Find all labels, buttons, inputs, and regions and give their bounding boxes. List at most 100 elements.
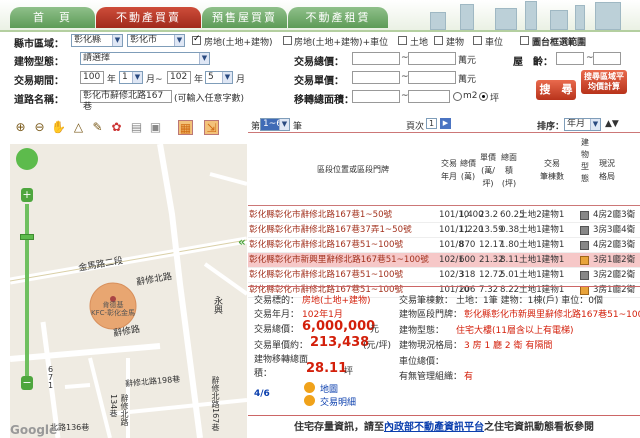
- road-input[interactable]: 彰化市辭修北路167巷: [80, 90, 172, 112]
- road-label-134: 辭修北路134巷: [109, 394, 129, 426]
- unit-m2-radio[interactable]: [453, 92, 462, 101]
- county-label: 縣市區域：: [14, 39, 64, 50]
- layer-icon[interactable]: ▤: [129, 120, 144, 135]
- type-building-checkbox[interactable]: [434, 36, 443, 45]
- map-range-checkbox[interactable]: [520, 36, 529, 45]
- average-price-button[interactable]: 搜尋區域平均價計算: [581, 70, 627, 94]
- sort-direction-arrows[interactable]: ▲▼: [605, 119, 619, 129]
- table-row[interactable]: 彰化縣彰化市新興里辭修北路167巷51~100號 102/1 600 21.32 8.1…: [248, 253, 640, 268]
- zoom-in-icon[interactable]: ⊕: [13, 120, 28, 135]
- age-min-input[interactable]: [556, 52, 584, 65]
- unit-ping-label: 坪: [490, 94, 500, 104]
- unit-price-max-input[interactable]: [408, 71, 456, 84]
- tx-count-label: 交易筆棟數：: [399, 296, 454, 306]
- unit-price-min-input[interactable]: [352, 71, 400, 84]
- col-unit-price: 單價 (萬/ 坪): [480, 153, 496, 188]
- page-range-select[interactable]: 1~6 ▼: [260, 118, 290, 131]
- collapse-panel-button[interactable]: «: [238, 235, 248, 257]
- type-house-land-parking-checkbox[interactable]: [283, 36, 292, 45]
- pan-hand-icon[interactable]: ✋: [51, 120, 66, 135]
- road-label: 道路名稱：: [14, 95, 64, 106]
- city-select[interactable]: 彰化市 ▼: [127, 34, 185, 47]
- row-address: 彰化縣彰化市辭修北路167巷1~50號: [249, 210, 393, 220]
- zoom-out-icon[interactable]: ⊖: [32, 120, 47, 135]
- footer-note: 住宅存量資訊，請至內政部不動產資訊平台之住宅資訊動態看板參閱: [248, 418, 640, 434]
- building-addr-label: 建物區段門牌：: [399, 310, 463, 320]
- page-info-label: 頁次: [406, 122, 425, 132]
- table-row[interactable]: 彰化縣彰化市辭修北路167巷51~100號 101/8 870 12.17 1.80 土地…: [248, 238, 640, 253]
- age-max-input[interactable]: [593, 52, 621, 65]
- zoom-plus-button[interactable]: +: [21, 188, 33, 202]
- management-value: 有: [464, 372, 474, 382]
- area-min-input[interactable]: [352, 90, 400, 103]
- table-row[interactable]: 彰化縣彰化市辭修北路167巷51~100號 102/3 318 12.72 5.01 土地…: [248, 268, 640, 283]
- export-icon[interactable]: ⇲: [204, 120, 219, 135]
- tx-target-label: 交易標的：: [254, 296, 300, 306]
- row-unit-price: 23.2: [479, 210, 499, 220]
- to-year-input[interactable]: 102: [167, 71, 191, 84]
- total-price-max-input[interactable]: [408, 52, 456, 65]
- draw-icon[interactable]: ✎: [90, 120, 105, 135]
- area-label: 移轉總面積：: [294, 95, 354, 106]
- row-layout: 3房3廳4衛: [593, 225, 636, 235]
- kfc-poi-label[interactable]: 肯德基 KFC-彰化金馬: [86, 301, 140, 317]
- tab-real-estate-sale[interactable]: 不動產買賣: [96, 7, 201, 28]
- road-hint: (可輸入任意字數): [174, 94, 245, 104]
- main-tabs: 首 頁 不動產買賣 預售屋買賣 不動產租賃: [10, 7, 389, 28]
- page-current[interactable]: 1: [426, 118, 437, 129]
- zoom-slider-handle[interactable]: [20, 234, 34, 240]
- area-max-input[interactable]: [408, 90, 450, 103]
- to-month-select[interactable]: 5 ▼: [205, 71, 233, 84]
- sort-label: 排序：: [537, 122, 565, 132]
- skyline-banner: [400, 0, 640, 30]
- tab-presale[interactable]: 預售屋買賣: [202, 7, 287, 28]
- type-land-label: 土地: [410, 38, 429, 48]
- row-address: 彰化縣彰化市新興里辭修北路167巷51~100號: [249, 255, 429, 265]
- row-tx-count: 土地1建物1: [519, 240, 565, 250]
- type-land-checkbox[interactable]: [398, 36, 407, 45]
- record-index: 4/6: [254, 389, 270, 399]
- tab-home[interactable]: 首 頁: [10, 7, 95, 28]
- type-house-land-checkbox[interactable]: [192, 34, 201, 45]
- map-link[interactable]: 地圖: [320, 382, 338, 395]
- unit-ping-radio[interactable]: [479, 92, 488, 101]
- col-total: 總價 (萬): [460, 159, 476, 181]
- tab-rental[interactable]: 不動產租賃: [288, 7, 388, 28]
- sort-value: 年月: [567, 119, 586, 129]
- top-nav-bar: 首 頁 不動產買賣 預售屋買賣 不動產租賃: [0, 0, 640, 30]
- total-price-label: 交易總價：: [254, 325, 300, 335]
- page-next-button[interactable]: ▶: [440, 118, 451, 129]
- from-month-value: 1: [122, 72, 128, 82]
- layout-label: 建物現況格局：: [399, 341, 463, 351]
- footer-suffix: 之住宅資訊動態看板參閱: [484, 422, 594, 433]
- table-row[interactable]: 彰化縣彰化市辭修北路167巷37弄1~50號 101/11 1,220 13.59 0.…: [248, 223, 640, 238]
- zoom-slider-track[interactable]: [25, 204, 29, 384]
- total-price-min-input[interactable]: [352, 52, 400, 65]
- map-toolbar: ⊕ ⊖ ✋ △ ✎ ✿ ▤ ▣ ▦ ⇲: [0, 116, 247, 138]
- poi-icon[interactable]: ✿: [109, 120, 124, 135]
- sort-select[interactable]: 年月 ▼: [564, 118, 601, 131]
- period-label: 交易期間：: [14, 76, 64, 87]
- type-parking-checkbox[interactable]: [473, 36, 482, 45]
- print-icon[interactable]: ▦: [178, 120, 193, 135]
- building-type-select[interactable]: 請選擇 ▼: [80, 52, 210, 65]
- from-month-select[interactable]: 1 ▼: [119, 71, 143, 84]
- from-year-input[interactable]: 100: [80, 71, 104, 84]
- table-row[interactable]: 彰化縣彰化市辭修北路167巷1~50號 101/10 1,400 23.2 60.25 土…: [248, 208, 640, 223]
- footer-link[interactable]: 內政部不動產資訊平台: [384, 422, 484, 433]
- col-layout: 現況 格局: [599, 159, 615, 181]
- zoom-minus-button[interactable]: −: [21, 376, 33, 390]
- search-button[interactable]: 搜 尋: [536, 80, 576, 100]
- fullscreen-icon[interactable]: ▣: [148, 120, 163, 135]
- row-tx-count: 土地1建物1: [519, 225, 565, 235]
- pan-control[interactable]: [16, 148, 38, 170]
- county-select[interactable]: 彰化縣 ▼: [71, 34, 123, 47]
- col-tx-count: 交易 筆棟數: [540, 159, 564, 181]
- measure-icon[interactable]: △: [71, 120, 86, 135]
- tx-count-value: 土地：1筆 建物：1棟(戶) 車位：0個: [456, 296, 603, 306]
- chevron-down-icon: ▼: [132, 72, 142, 83]
- detail-link[interactable]: 交易明細: [320, 395, 356, 408]
- total-price-unit: 元: [370, 325, 380, 335]
- chevron-down-icon: ▼: [590, 119, 600, 130]
- map-canvas[interactable]: + − 金馬路二段 辭修北路 辭修路 永興 辭修北路198巷 辭修北路167巷 …: [10, 144, 247, 438]
